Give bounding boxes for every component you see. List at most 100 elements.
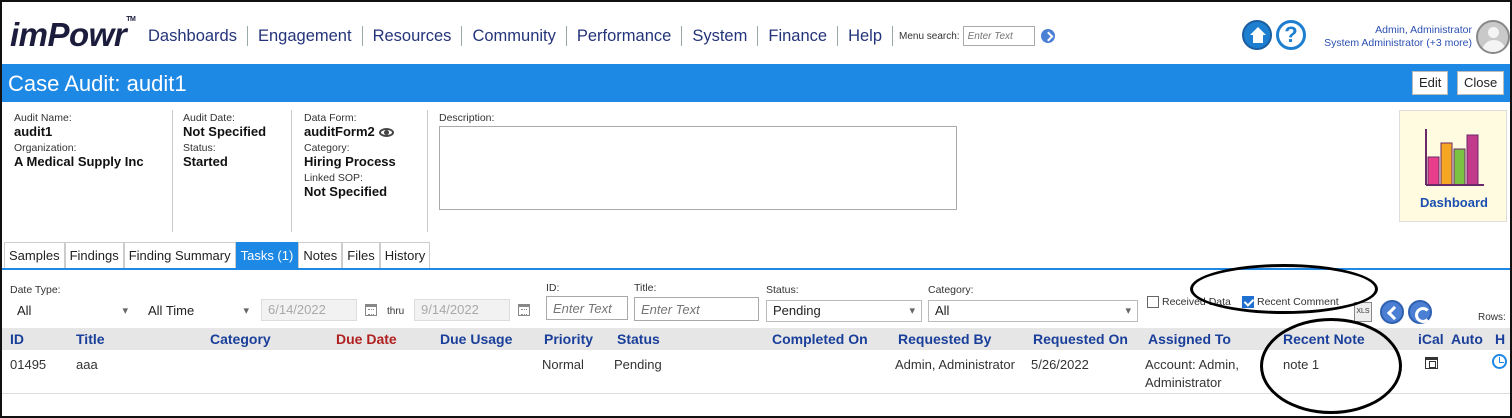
date-type-label: Date Type:	[10, 284, 61, 296]
title-bar: Case Audit: audit1 Edit Close	[2, 64, 1510, 102]
tab-samples[interactable]: Samples	[4, 242, 65, 268]
col-requested-by[interactable]: Requested By	[898, 331, 991, 347]
category-filter-select[interactable]: All	[928, 300, 1138, 322]
refresh-icon[interactable]	[1408, 300, 1432, 324]
rows-label: Rows:	[1478, 312, 1506, 323]
menu-dashboards[interactable]: Dashboards	[144, 26, 248, 46]
date-range-select[interactable]: All Time	[141, 300, 256, 322]
description-label: Description:	[439, 112, 495, 124]
avatar[interactable]	[1476, 20, 1510, 54]
home-icon[interactable]	[1242, 20, 1272, 50]
col-id[interactable]: ID	[10, 331, 24, 347]
id-filter-label: ID:	[546, 282, 560, 294]
status-filter-select[interactable]: Pending	[766, 300, 922, 322]
col-completed-on[interactable]: Completed On	[772, 331, 868, 347]
tab-tasks[interactable]: Tasks (1)	[235, 242, 299, 268]
date-type-select[interactable]: All	[10, 300, 135, 322]
dashboard-label[interactable]: Dashboard	[1400, 195, 1508, 210]
menu-search: Menu search:	[899, 26, 1055, 46]
divider	[291, 110, 292, 232]
menu-search-label: Menu search:	[899, 30, 960, 42]
col-requested-on[interactable]: Requested On	[1033, 331, 1128, 347]
back-arrow-icon[interactable]	[1380, 300, 1404, 324]
user-name[interactable]: Admin, Administrator	[1302, 24, 1472, 37]
tab-finding-summary[interactable]: Finding Summary	[123, 242, 236, 268]
calendar-icon[interactable]	[365, 304, 377, 316]
user-role[interactable]: System Administrator (+3 more)	[1302, 37, 1472, 50]
cell-requested-by: Admin, Administrator	[895, 357, 1015, 372]
menu-performance[interactable]: Performance	[567, 26, 683, 46]
col-title[interactable]: Title	[76, 331, 105, 347]
col-assigned-to[interactable]: Assigned To	[1148, 331, 1231, 347]
menu-resources[interactable]: Resources	[363, 26, 463, 46]
edit-button[interactable]: Edit	[1412, 71, 1449, 95]
cell-status: Pending	[614, 357, 662, 372]
col-due-date[interactable]: Due Date	[336, 331, 397, 347]
user-info[interactable]: Admin, Administrator System Administrato…	[1302, 24, 1472, 50]
eye-icon[interactable]	[378, 128, 394, 138]
audit-date-label: Audit Date:	[183, 112, 235, 124]
menu-system[interactable]: System	[682, 26, 759, 46]
cell-requested-on: 5/26/2022	[1031, 357, 1089, 372]
audit-name-value: audit1	[14, 124, 53, 139]
data-form-label: Data Form:	[304, 112, 357, 124]
dashboard-card[interactable]: Dashboard	[1399, 110, 1507, 222]
tab-findings[interactable]: Findings	[64, 242, 124, 268]
col-ical[interactable]: iCal	[1418, 331, 1444, 347]
menu-search-input[interactable]	[962, 26, 1035, 46]
audit-name-label: Audit Name:	[14, 112, 72, 124]
close-button[interactable]: Close	[1457, 71, 1505, 95]
received-data-box[interactable]	[1147, 296, 1159, 308]
description-box	[439, 126, 957, 210]
title-filter-input[interactable]	[634, 297, 759, 321]
menu-engagement[interactable]: Engagement	[248, 26, 363, 46]
date-from-input[interactable]: 6/14/2022	[261, 299, 357, 321]
main-menu: Dashboards Engagement Resources Communit…	[144, 26, 1055, 46]
col-status[interactable]: Status	[617, 331, 660, 347]
category-value: Hiring Process	[304, 154, 396, 169]
dash-bar-4	[1466, 134, 1479, 186]
category-label: Category:	[304, 142, 350, 154]
menu-community[interactable]: Community	[462, 26, 567, 46]
tab-files[interactable]: Files	[342, 242, 380, 268]
audit-info-panel: Audit Name: audit1 Organization: A Medic…	[2, 102, 1510, 242]
menu-search-go-icon[interactable]	[1040, 29, 1055, 43]
status-filter-label: Status:	[766, 284, 799, 296]
ical-icon[interactable]	[1425, 357, 1438, 369]
col-due-usage[interactable]: Due Usage	[440, 331, 512, 347]
id-filter-input[interactable]	[546, 296, 628, 320]
cell-title[interactable]: aaa	[76, 356, 98, 374]
date-to-input[interactable]: 9/14/2022	[414, 299, 510, 321]
divider	[172, 110, 173, 232]
status-label: Status:	[183, 142, 216, 154]
cell-id[interactable]: 01495	[10, 356, 46, 374]
annotation-oval	[1190, 264, 1378, 314]
organization-value: A Medical Supply Inc	[14, 154, 144, 169]
tab-history[interactable]: History	[379, 242, 431, 268]
audit-col-1: Audit Name: audit1 Organization: A Medic…	[14, 112, 144, 172]
col-h[interactable]: H	[1495, 331, 1505, 347]
thru-label: thru	[387, 306, 405, 317]
dash-bar-1	[1427, 156, 1440, 186]
menu-help[interactable]: Help	[838, 26, 893, 46]
menu-finance[interactable]: Finance	[758, 26, 839, 46]
app-logo[interactable]: imPowrTM	[10, 16, 136, 54]
cell-assigned-to: Account: Admin, Administrator	[1145, 357, 1239, 390]
calendar-icon[interactable]	[518, 304, 530, 316]
annotation-oval	[1260, 318, 1402, 414]
divider	[427, 110, 428, 232]
col-priority[interactable]: Priority	[544, 331, 593, 347]
bar-chart-icon	[1425, 129, 1484, 186]
top-navigation: imPowrTM Dashboards Engagement Resources…	[2, 2, 1510, 64]
audit-date-value: Not Specified	[183, 124, 267, 139]
audit-col-3: Data Form: auditForm2 Category: Hiring P…	[304, 112, 396, 202]
col-auto[interactable]: Auto	[1451, 331, 1483, 347]
data-form-row: auditForm2	[304, 124, 396, 140]
status-value: Started	[183, 154, 228, 169]
tab-notes[interactable]: Notes	[298, 242, 343, 268]
audit-col-2: Audit Date: Not Specified Status: Starte…	[183, 112, 266, 172]
clock-icon[interactable]	[1492, 354, 1507, 369]
col-category[interactable]: Category	[210, 331, 271, 347]
page-title: Case Audit: audit1	[8, 71, 187, 96]
export-xls-icon[interactable]: XLS	[1354, 302, 1372, 322]
